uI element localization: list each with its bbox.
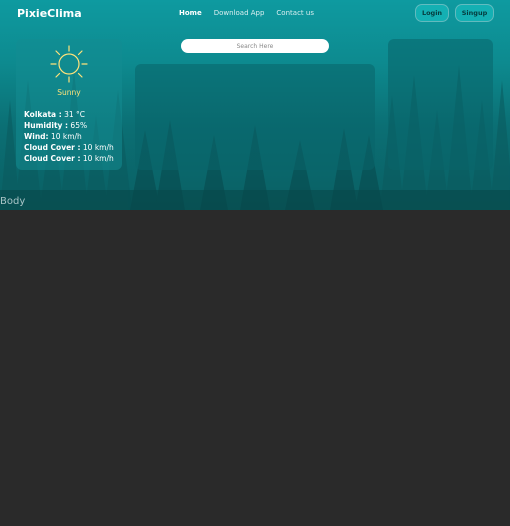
stat-row-wind: Wind: 10 km/h [24,131,114,142]
nav-home[interactable]: Home [179,9,202,17]
stat-label: Humidity : [24,121,69,130]
stat-value: 65% [70,121,88,130]
search-input[interactable] [181,39,329,53]
stat-label: Cloud Cover : [24,143,81,152]
stat-value: 31 °C [64,110,86,119]
stat-value: 10 km/h [50,132,82,141]
stat-value: 10 km/h [82,143,114,152]
signup-button[interactable]: Singup [456,5,493,21]
stat-label: Wind: [24,132,49,141]
stat-value: 10 km/h [82,154,114,163]
weather-condition: Sunny [57,88,81,97]
stat-label: Kolkata : [24,110,62,119]
sun-icon [50,45,88,83]
stat-row-cloud-cover: Cloud Cover : 10 km/h [24,142,114,153]
brand-logo[interactable]: PixieClima [17,7,82,20]
stat-row-cloud-cover: Cloud Cover : 10 km/h [24,153,114,164]
login-button[interactable]: Login [416,5,448,21]
section-label: Body [0,196,26,207]
weather-stats: Kolkata : 31 °C Humidity : 65% Wind: 10 … [24,109,114,164]
stat-row-city: Kolkata : 31 °C [24,109,114,120]
hero-banner: PixieClima Home Download App Contact us … [0,0,510,210]
nav-download-app[interactable]: Download App [214,9,265,17]
stat-row-humidity: Humidity : 65% [24,120,114,131]
stat-label: Cloud Cover : [24,154,81,163]
side-panel [388,39,493,170]
main-nav: Home Download App Contact us [179,9,314,17]
nav-contact-us[interactable]: Contact us [276,9,314,17]
forecast-panel [135,64,375,170]
